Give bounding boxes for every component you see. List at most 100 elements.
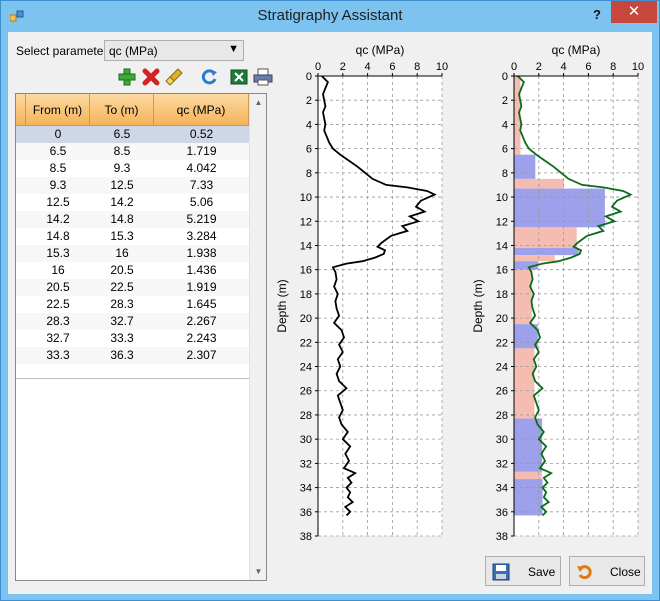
column-header-from[interactable]: From (m) [26,94,90,126]
y-tick-label: 36 [300,507,312,519]
column-header-qc[interactable]: qc (MPa) [154,94,249,126]
x-tick-label: 10 [436,61,448,73]
y-tick-label: 16 [496,265,508,277]
delete-icon[interactable] [140,66,162,88]
client-area: Select parameter: qc (MPa) ▼ From (m) To… [8,32,652,594]
y-tick-label: 30 [300,434,312,446]
y-tick-label: 10 [300,192,312,204]
table-row[interactable]: 32.7 33.3 2.243 [16,330,249,347]
refresh-icon[interactable] [198,66,220,88]
table-cell: 14.2 [46,212,70,226]
layer-bar [514,269,532,325]
table-row[interactable]: 14.8 15.3 3.284 [16,228,249,245]
y-tick-label: 38 [300,531,312,543]
table-row[interactable]: 28.3 32.7 2.267 [16,313,249,330]
table-cell: 5.06 [189,195,214,209]
y-tick-label: 10 [496,192,508,204]
profile-chart-svg: 0 2 4 6 8 10024681012141618202224262830323436… [275,43,448,543]
layer-bar [514,247,579,256]
table-cell: 14.8 [46,229,70,243]
chart-title: qc (MPa) [552,43,601,57]
table-row[interactable]: 12.5 14.2 5.06 [16,194,249,211]
layer-bar [514,418,543,472]
x-tick-label: 6 [585,61,591,73]
close-button[interactable]: Close [569,556,645,586]
y-tick-label: 16 [300,265,312,277]
table-cell: 12.5 [110,178,134,192]
parameter-label: Select parameter: [16,44,111,58]
help-button[interactable]: ? [587,5,607,25]
table-vertical-scrollbar[interactable]: ▲ ▼ [249,94,266,580]
title-bar[interactable]: Stratigraphy Assistant ? ✕ [1,1,659,32]
parameter-select[interactable]: qc (MPa) ▼ [104,40,244,61]
table-cell: 28.3 [46,314,70,328]
x-tick-label: 4 [561,61,567,73]
window-close-button[interactable]: ✕ [611,1,657,23]
table-cell: 15.3 [110,229,134,243]
layer-bar [514,471,542,480]
y-tick-label: 20 [496,313,508,325]
close-button-label: Close [610,565,641,579]
table-cell: 14.8 [110,212,134,226]
table-cell: 2.243 [186,331,217,345]
table-row[interactable]: 9.3 12.5 7.33 [16,177,249,194]
save-button-label: Save [528,565,556,579]
table-row[interactable]: 15.3 16 1.938 [16,245,249,262]
y-tick-label: 26 [300,386,312,398]
layers-table[interactable]: From (m) To (m) qc (MPa) 0 6.5 0.52 6.5 8.5 1… [15,93,267,581]
y-tick-label: 2 [502,95,508,107]
x-tick-label: 0 [511,61,517,73]
table-row[interactable]: 20.5 22.5 1.919 [16,279,249,296]
y-tick-label: 4 [306,119,312,131]
table-row[interactable]: 22.5 28.3 1.645 [16,296,249,313]
column-header-to[interactable]: To (m) [90,94,154,126]
excel-icon[interactable] [228,66,250,88]
y-tick-label: 36 [496,507,508,519]
parameter-select-value: qc (MPa) [109,44,158,58]
y-tick-label: 22 [496,337,508,349]
table-row[interactable]: 8.5 9.3 4.042 [16,160,249,177]
table-cell: 1.645 [186,297,217,311]
table-cell: 20.5 [110,263,134,277]
y-tick-label: 32 [300,458,312,470]
window-title: Stratigraphy Assistant [257,7,403,24]
clear-icon[interactable] [164,66,186,88]
layer-bar [514,227,577,248]
table-cell: 6.5 [113,127,131,141]
table-cell: 9.3 [113,161,131,175]
add-icon[interactable] [116,66,138,88]
table-row[interactable]: 14.2 14.8 5.219 [16,211,249,228]
table-cell: 2.267 [186,314,217,328]
scroll-down-icon[interactable]: ▼ [250,563,267,580]
x-tick-label: 10 [632,61,644,73]
y-tick-label: 26 [496,386,508,398]
y-tick-label: 14 [496,240,508,252]
y-axis-label: Depth (m) [275,279,289,332]
y-tick-label: 20 [300,313,312,325]
table-cell: 8.5 [49,161,67,175]
table-row[interactable]: 0 6.5 0.52 [16,126,249,143]
y-tick-label: 0 [502,71,508,83]
table-row[interactable]: 16 20.5 1.436 [16,262,249,279]
y-axis-label: Depth (m) [471,279,485,332]
layer-bar [514,154,536,179]
y-tick-label: 24 [496,362,508,374]
table-cell: 32.7 [110,314,134,328]
y-tick-label: 6 [306,144,312,156]
save-button[interactable]: Save [485,556,561,586]
x-tick-label: 8 [414,61,420,73]
layer-bar [514,255,555,262]
table-row[interactable]: 6.5 8.5 1.719 [16,143,249,160]
undo-icon [577,565,592,580]
table-cell: 7.33 [189,178,214,192]
table-cell: 9.3 [49,178,67,192]
scroll-up-icon[interactable]: ▲ [250,94,267,111]
row-header-corner [16,94,26,126]
y-tick-label: 32 [496,458,508,470]
table-header: From (m) To (m) qc (MPa) [16,94,249,126]
table-cell: 22.5 [110,280,134,294]
stratigraphy-chart: 0 2 4 6 8 10 0 2 4 6 8 10 12 14 16 18 20 22 24 26 28 30 32 34 36… [466,42,654,562]
layer-bar [514,348,535,419]
table-row[interactable]: 33.3 36.3 2.307 [16,347,249,364]
app-window: Stratigraphy Assistant ? ✕ Select parame… [0,0,660,601]
